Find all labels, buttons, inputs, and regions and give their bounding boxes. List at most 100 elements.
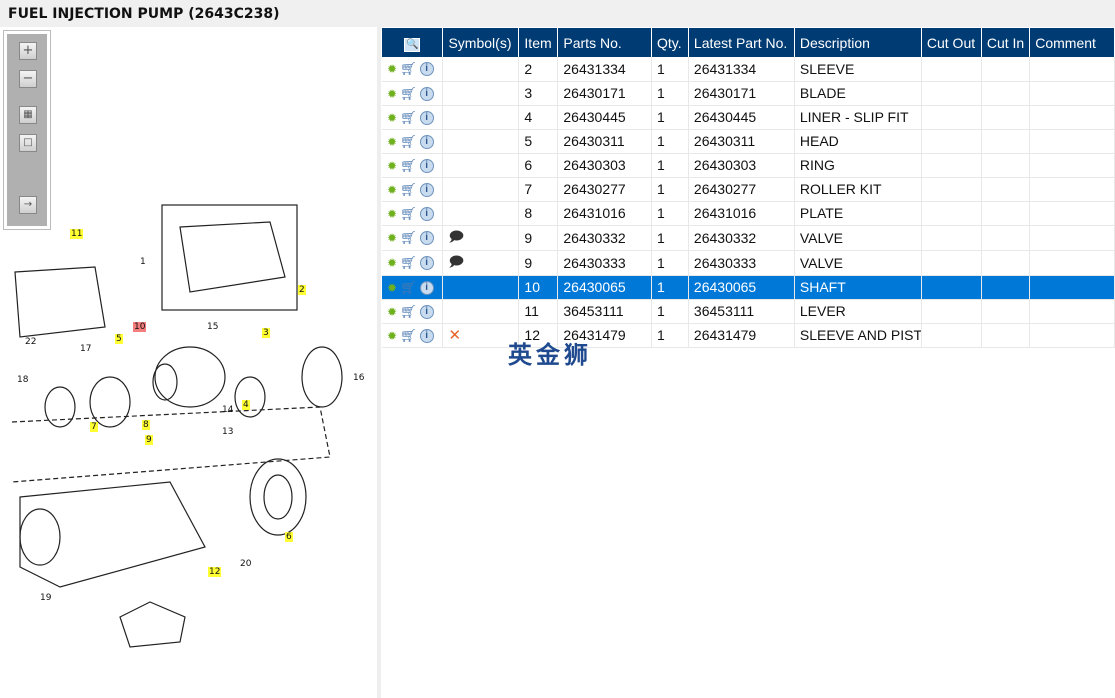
cart-icon[interactable]: 🛒︎ — [400, 206, 417, 222]
latest-part-cell: 26430332 — [688, 225, 795, 251]
callout-2[interactable]: 2 — [298, 285, 306, 295]
callout-1: 1 — [140, 257, 146, 267]
item-cell: 8 — [518, 201, 559, 226]
column-header[interactable]: Symbol(s) — [442, 28, 520, 57]
table-row[interactable]: ✹ 🛒︎ i 3 26430171 1 26430171 BLADE — [382, 81, 1115, 106]
latest-part-cell: 26431479 — [688, 323, 795, 348]
cut-in-cell — [981, 105, 1031, 130]
info-icon[interactable]: i — [419, 328, 434, 343]
info-icon[interactable]: i — [419, 231, 434, 246]
gear-icon[interactable]: ✹ — [387, 159, 397, 173]
diagram-toolbar: + − ▦ □ → — [3, 30, 51, 230]
callout-12[interactable]: 12 — [208, 567, 222, 577]
callout-6[interactable]: 6 — [285, 532, 293, 542]
fit-view-button[interactable]: ▦ — [19, 106, 37, 124]
info-icon[interactable]: i — [419, 62, 434, 77]
cut-out-cell — [921, 323, 982, 348]
callout-7[interactable]: 7 — [90, 422, 98, 432]
column-header[interactable]: Description — [794, 28, 922, 57]
diagram-pane[interactable]: 11 1 2 22 10 15 3 5 17 16 18 4 14 7 8 13… — [0, 27, 377, 698]
table-row[interactable]: ✹ 🛒︎ i 10 26430065 1 26430065 SHAFT — [382, 275, 1115, 300]
column-header[interactable]: Comment — [1029, 28, 1115, 57]
info-icon[interactable]: i — [419, 86, 434, 101]
cut-in-cell — [981, 201, 1031, 226]
callout-10[interactable]: 10 — [133, 322, 147, 332]
gear-icon[interactable]: ✹ — [387, 231, 397, 245]
gear-icon[interactable]: ✹ — [387, 305, 397, 319]
part-number-cell: 26430445 — [557, 105, 652, 130]
comment-cell — [1029, 225, 1115, 251]
table-row[interactable]: ✹ 🛒︎ i 5 26430311 1 26430311 HEAD — [382, 129, 1115, 154]
table-row[interactable]: ✹ 🛒︎ i 4 26430445 1 26430445 LINER - SLIP … — [382, 105, 1115, 130]
info-icon[interactable]: i — [419, 304, 434, 319]
callout-15: 15 — [207, 322, 219, 332]
info-icon[interactable]: i — [419, 134, 434, 149]
gear-icon[interactable]: ✹ — [387, 183, 397, 197]
cart-icon[interactable]: 🛒︎ — [400, 328, 417, 344]
gear-icon[interactable]: ✹ — [387, 329, 397, 343]
gear-icon[interactable]: ✹ — [387, 135, 397, 149]
table-row[interactable]: ✹ 🛒︎ i 🗩 9 26430333 1 26430333 VALVE — [382, 250, 1115, 276]
cart-icon[interactable]: 🛒︎ — [400, 182, 417, 198]
cut-out-cell — [921, 129, 982, 154]
info-icon[interactable]: i — [419, 158, 434, 173]
column-header[interactable]: Qty. — [651, 28, 689, 57]
cart-icon[interactable]: 🛒︎ — [400, 280, 417, 296]
column-header[interactable]: Item — [518, 28, 559, 57]
cart-icon[interactable]: 🛒︎ — [400, 158, 417, 174]
cart-icon[interactable]: 🛒︎ — [400, 134, 417, 150]
table-row[interactable]: ✹ 🛒︎ i 7 26430277 1 26430277 ROLLER KIT — [382, 177, 1115, 202]
description-cell: VALVE — [794, 250, 922, 276]
info-icon[interactable]: i — [419, 182, 434, 197]
cart-icon[interactable]: 🛒︎ — [400, 86, 417, 102]
table-row[interactable]: ✹ 🛒︎ i 6 26430303 1 26430303 RING — [382, 153, 1115, 178]
table-row[interactable]: ✹ 🛒︎ i 🗩 9 26430332 1 26430332 VALVE — [382, 225, 1115, 251]
zoom-in-button[interactable]: + — [19, 42, 37, 60]
table-row[interactable]: ✹ 🛒︎ i ✕ 12 26431479 1 26431479 SLEEVE AND… — [382, 323, 1115, 348]
callout-11[interactable]: 11 — [70, 229, 84, 239]
cart-icon[interactable]: 🛒︎ — [400, 110, 417, 126]
export-button[interactable]: → — [19, 196, 37, 214]
info-icon[interactable]: i — [419, 256, 434, 271]
column-header[interactable]: Parts No. — [557, 28, 652, 57]
info-icon[interactable]: i — [419, 206, 434, 221]
part-number-cell: 26430311 — [557, 129, 652, 154]
info-icon[interactable]: i — [419, 110, 434, 125]
gear-icon[interactable]: ✹ — [387, 87, 397, 101]
qty-cell: 1 — [651, 323, 689, 348]
cart-icon[interactable]: 🛒︎ — [400, 61, 417, 77]
watermark: 英金狮 — [508, 341, 592, 369]
callout-8[interactable]: 8 — [142, 420, 150, 430]
column-header[interactable]: Cut Out — [921, 28, 982, 57]
callout-5[interactable]: 5 — [115, 334, 123, 344]
part-number-cell: 26430332 — [557, 225, 652, 251]
search-icon[interactable]: 🔍 — [404, 37, 421, 52]
latest-part-cell: 26430333 — [688, 250, 795, 276]
cart-icon[interactable]: 🛒︎ — [400, 255, 417, 271]
gear-icon[interactable]: ✹ — [387, 62, 397, 76]
table-row[interactable]: ✹ 🛒︎ i 8 26431016 1 26431016 PLATE — [382, 201, 1115, 226]
note-icon[interactable]: 🗩 — [448, 253, 464, 269]
column-header-search[interactable]: 🔍 — [382, 28, 444, 57]
table-row[interactable]: ✹ 🛒︎ i 2 26431334 1 26431334 SLEEVE — [382, 57, 1115, 82]
zoom-out-button[interactable]: − — [19, 70, 37, 88]
callout-9[interactable]: 9 — [145, 435, 153, 445]
pane-splitter[interactable] — [377, 27, 381, 698]
cart-icon[interactable]: 🛒︎ — [400, 230, 417, 246]
actual-size-button[interactable]: □ — [19, 134, 37, 152]
gear-icon[interactable]: ✹ — [387, 111, 397, 125]
cut-out-cell — [921, 201, 982, 226]
qty-cell: 1 — [651, 129, 689, 154]
callout-3[interactable]: 3 — [262, 328, 270, 338]
note-icon[interactable]: 🗩 — [448, 228, 464, 244]
column-header[interactable]: Cut In — [981, 28, 1031, 57]
gear-icon[interactable]: ✹ — [387, 256, 397, 270]
callout-4[interactable]: 4 — [242, 400, 250, 410]
info-icon[interactable]: i — [419, 280, 434, 295]
gear-icon[interactable]: ✹ — [387, 207, 397, 221]
table-row[interactable]: ✹ 🛒︎ i 11 36453111 1 36453111 LEVER — [382, 299, 1115, 324]
cart-icon[interactable]: 🛒︎ — [400, 304, 417, 320]
gear-icon[interactable]: ✹ — [387, 281, 397, 295]
column-header[interactable]: Latest Part No. — [688, 28, 795, 57]
cut-out-cell — [921, 177, 982, 202]
